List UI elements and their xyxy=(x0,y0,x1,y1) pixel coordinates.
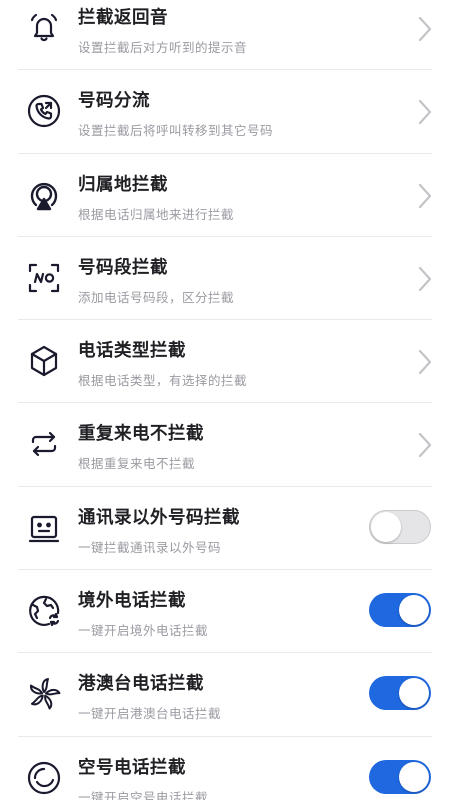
setting-row-hk-macau-taiwan: 港澳台电话拦截 一键开启港澳台电话拦截 xyxy=(0,653,450,737)
setting-subtitle: 一键开启港澳台电话拦截 xyxy=(78,706,222,722)
setting-subtitle: 一键开启境外电话拦截 xyxy=(78,623,209,639)
toggle-knob xyxy=(399,595,429,626)
settings-list: 拦截返回音 设置拦截后对方听到的提示音 号码分流 设置拦截后将呼叫转移到其它号码 xyxy=(0,0,450,800)
repeat-icon xyxy=(27,427,61,461)
setting-row-call-forward[interactable]: 号码分流 设置拦截后将呼叫转移到其它号码 xyxy=(0,70,450,154)
location-icon xyxy=(27,178,61,212)
setting-title: 港澳台电话拦截 xyxy=(78,674,204,695)
non-contacts-toggle[interactable] xyxy=(369,509,431,544)
bauhinia-icon xyxy=(27,677,61,711)
setting-title: 号码段拦截 xyxy=(78,257,168,278)
setting-title: 境外电话拦截 xyxy=(78,591,186,612)
setting-title: 拦截返回音 xyxy=(78,8,168,28)
contact-card-icon xyxy=(27,511,61,545)
setting-row-overseas: 境外电话拦截 一键开启境外电话拦截 xyxy=(0,570,450,654)
chevron-right-icon xyxy=(418,266,432,292)
empty-circle-icon xyxy=(27,761,61,795)
setting-subtitle: 添加电话号码段，区分拦截 xyxy=(78,289,235,305)
bell-icon xyxy=(27,11,61,45)
setting-row-location[interactable]: 归属地拦截 根据电话归属地来进行拦截 xyxy=(0,154,450,237)
chevron-right-icon xyxy=(418,432,432,458)
blocking-settings-screen: 拦截返回音 设置拦截后对方听到的提示音 号码分流 设置拦截后将呼叫转移到其它号码 xyxy=(0,0,450,800)
hk-macau-taiwan-toggle[interactable] xyxy=(369,676,431,711)
setting-title: 通讯录以外号码拦截 xyxy=(78,507,240,528)
setting-subtitle: 一键拦截通讯录以外号码 xyxy=(78,539,222,555)
setting-subtitle: 根据电话归属地来进行拦截 xyxy=(78,206,235,222)
chevron-right-icon xyxy=(418,99,432,125)
globe-icon xyxy=(27,594,61,628)
chevron-right-icon xyxy=(418,16,432,42)
call-forward-icon xyxy=(27,94,61,128)
toggle-knob xyxy=(399,761,429,792)
setting-title: 电话类型拦截 xyxy=(78,341,186,362)
overseas-toggle[interactable] xyxy=(369,593,431,628)
empty-number-toggle[interactable] xyxy=(369,759,431,794)
toggle-knob xyxy=(399,678,429,709)
setting-row-non-contacts: 通讯录以外号码拦截 一键拦截通讯录以外号码 xyxy=(0,487,450,571)
setting-subtitle: 根据重复来电不拦截 xyxy=(78,456,196,472)
setting-row-empty-number: 空号电话拦截 一键开启空号电话拦截 xyxy=(0,737,450,800)
setting-subtitle: 一键开启空号电话拦截 xyxy=(78,789,209,800)
toggle-knob xyxy=(371,511,401,542)
setting-row-call-type[interactable]: 电话类型拦截 根据电话类型，有选择的拦截 xyxy=(0,320,450,404)
setting-title: 号码分流 xyxy=(78,91,150,112)
setting-title: 重复来电不拦截 xyxy=(78,424,204,445)
setting-title: 归属地拦截 xyxy=(78,174,168,195)
cube-icon xyxy=(27,344,61,378)
number-scan-icon xyxy=(27,261,61,295)
setting-subtitle: 设置拦截后对方听到的提示音 xyxy=(78,40,248,55)
chevron-right-icon xyxy=(418,349,432,375)
setting-row-number-range[interactable]: 号码段拦截 添加电话号码段，区分拦截 xyxy=(0,237,450,321)
setting-title: 空号电话拦截 xyxy=(78,757,186,778)
chevron-right-icon xyxy=(418,183,432,209)
setting-row-repeat-call[interactable]: 重复来电不拦截 根据重复来电不拦截 xyxy=(0,403,450,487)
setting-subtitle: 设置拦截后将呼叫转移到其它号码 xyxy=(78,123,274,139)
setting-subtitle: 根据电话类型，有选择的拦截 xyxy=(78,373,248,389)
setting-row-return-tone[interactable]: 拦截返回音 设置拦截后对方听到的提示音 xyxy=(0,0,450,71)
